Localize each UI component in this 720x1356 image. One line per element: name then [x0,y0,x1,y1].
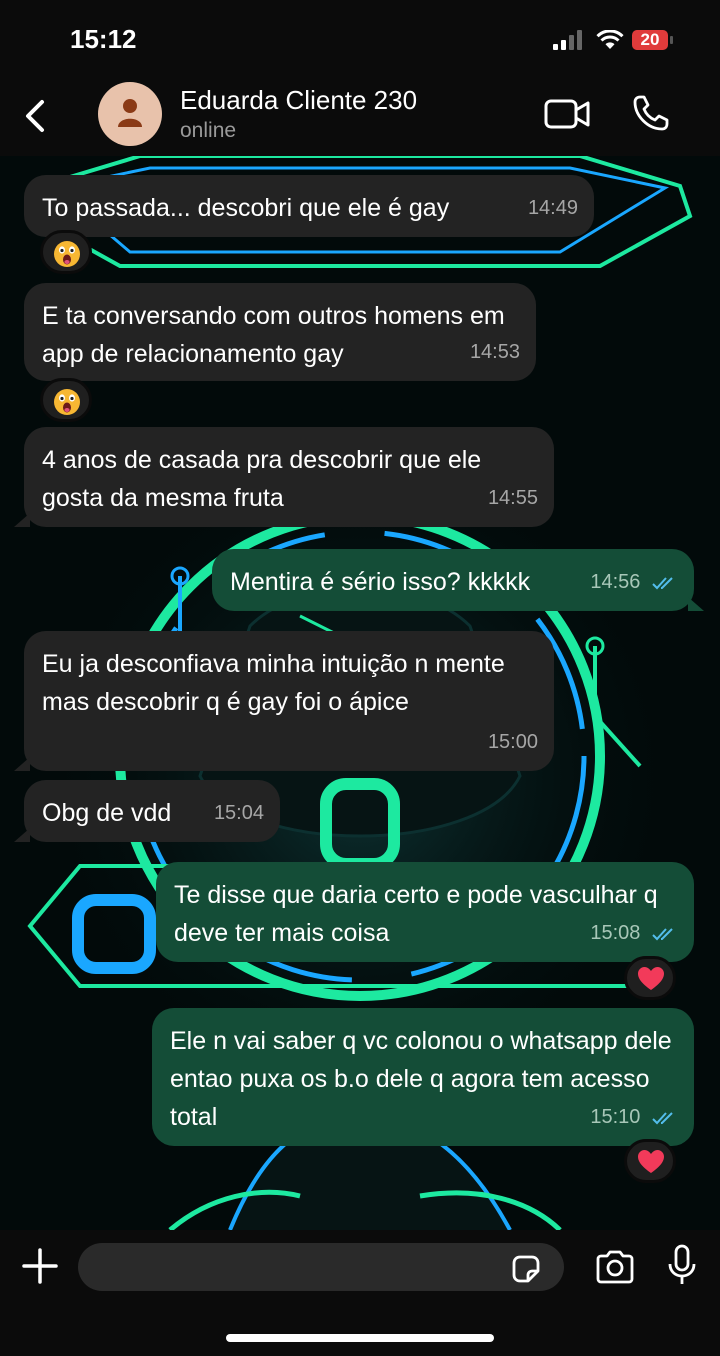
message-meta: 14:56 [590,563,678,601]
message-bubble-incoming[interactable]: E ta conversando com outros homens em ap… [24,283,536,381]
video-call-icon[interactable] [544,98,590,130]
message-bubble-outgoing[interactable]: Te disse que daria certo e pode vasculha… [156,862,694,962]
message-bubble-outgoing[interactable]: Mentira é sério isso? kkkkk 14:56 [212,549,704,611]
message-text: To passada... descobri que ele é gay [42,194,450,222]
back-chevron-icon[interactable] [22,96,48,136]
camera-icon[interactable] [594,1250,636,1284]
red-heart-icon [638,967,664,990]
status-bar: 15:12 20 [0,0,720,80]
message-time: 14:56 [590,571,641,593]
chat-header: Eduarda Cliente 230 online [0,80,720,156]
message-reaction[interactable] [40,378,92,422]
message-reaction[interactable] [40,230,92,274]
sticker-icon[interactable] [510,1253,542,1285]
home-indicator[interactable] [226,1334,494,1342]
message-text: Eu ja desconfiava minha intuição n mente… [42,650,505,716]
read-receipt-icon [652,1112,673,1125]
message-bubble-outgoing[interactable]: Ele n vai saber q vc colonou o whatsapp … [152,1008,694,1146]
message-reaction[interactable] [624,1139,676,1183]
read-receipt-icon [652,928,673,941]
message-composer [0,1230,720,1356]
message-time: 14:49 [527,197,578,219]
bubble-tail [14,513,30,527]
status-time: 15:12 [70,24,137,54]
message-time: 14:55 [487,487,538,509]
message-text: 4 anos de casada pra descobrir que ele g… [42,446,482,512]
message-bubble-incoming[interactable]: To passada... descobri que ele é gay 14:… [24,175,594,237]
shocked-face-icon [54,389,80,415]
message-bubble-incoming[interactable]: Eu ja desconfiava minha intuição n mente… [14,631,554,771]
message-text: Obg de vdd [42,799,172,827]
contact-avatar[interactable] [98,82,162,146]
bubble-tail [14,757,30,771]
message-text: Te disse que daria certo e pode vasculha… [174,881,658,947]
message-reaction[interactable] [624,956,676,1000]
message-meta: 15:10 [590,1098,678,1136]
bubble-tail [14,828,30,842]
message-time: 14:53 [469,341,520,363]
message-text: Mentira é sério isso? kkkkk [230,568,531,596]
message-time: 15:10 [590,1106,641,1128]
message-text: E ta conversando com outros homens em ap… [42,302,505,368]
microphone-icon[interactable] [666,1244,698,1286]
message-time: 15:04 [213,802,264,824]
red-heart-icon [638,1150,664,1173]
read-receipt-icon [652,577,673,590]
phone-call-icon[interactable] [632,94,670,132]
plus-icon[interactable] [22,1248,58,1284]
cellular-signal-icon [553,30,582,50]
battery-indicator: 20 [632,30,668,50]
message-input[interactable] [78,1243,564,1291]
contact-name[interactable]: Eduarda Cliente 230 [180,85,417,116]
message-time: 15:00 [487,731,538,753]
message-bubble-incoming[interactable]: Obg de vdd 15:04 [14,780,280,842]
wifi-icon [596,30,624,49]
message-bubble-incoming[interactable]: 4 anos de casada pra descobrir que ele g… [14,427,554,527]
bubble-tail [688,597,704,611]
message-time: 15:08 [590,922,641,944]
chat-area[interactable]: To passada... descobri que ele é gay 14:… [0,156,720,1230]
message-meta: 15:08 [590,914,678,952]
shocked-face-icon [54,241,80,267]
battery-tip [670,36,673,44]
contact-status: online [180,119,237,142]
person-icon [118,99,142,127]
